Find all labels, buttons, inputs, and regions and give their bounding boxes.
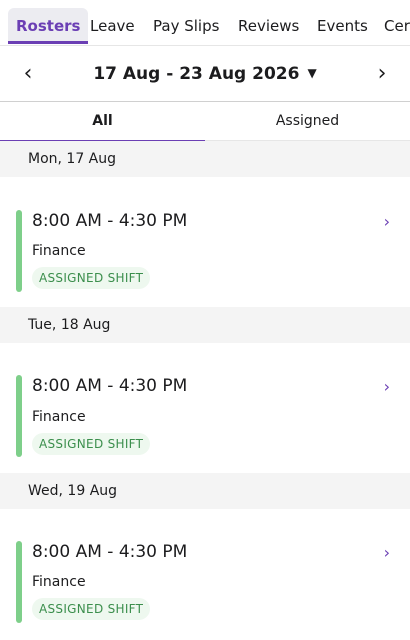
day-header: Mon, 17 Aug <box>0 141 410 177</box>
shift-time: 8:00 AM - 4:30 PM <box>32 376 188 396</box>
chevron-right-icon[interactable]: › <box>367 59 397 89</box>
tab-rosters[interactable]: Rosters <box>8 8 89 44</box>
chevron-right-icon: › <box>383 212 390 231</box>
week-navigator: 17 Aug - 23 Aug 2026 ▼ ‹ › <box>0 46 410 102</box>
status-badge: ASSIGNED SHIFT <box>32 433 151 455</box>
tab-certificates[interactable]: Cer <box>384 8 410 44</box>
shift-time: 8:00 AM - 4:30 PM <box>32 542 188 562</box>
tab-leave[interactable]: Leave <box>90 8 135 44</box>
status-badge: ASSIGNED SHIFT <box>32 267 151 289</box>
week-selector[interactable]: 17 Aug - 23 Aug 2026 ▼ <box>0 46 410 102</box>
shift-department: Finance <box>32 243 86 259</box>
shift-department: Finance <box>32 409 86 425</box>
week-range-label: 17 Aug - 23 Aug 2026 <box>93 64 300 84</box>
shift-card[interactable]: 8:00 AM - 4:30 PM Finance ASSIGNED SHIFT… <box>0 177 410 307</box>
day-header: Wed, 19 Aug <box>0 473 410 509</box>
status-badge: ASSIGNED SHIFT <box>32 598 151 620</box>
shift-time: 8:00 AM - 4:30 PM <box>32 211 188 231</box>
chevron-right-icon: › <box>383 377 390 396</box>
tab-events[interactable]: Events <box>317 8 368 44</box>
shift-status-bar <box>16 541 22 623</box>
shift-card[interactable]: 8:00 AM - 4:30 PM Finance ASSIGNED SHIFT… <box>0 343 410 473</box>
filter-tabs: All Assigned <box>0 102 410 142</box>
chevron-right-icon: › <box>383 543 390 562</box>
day-header: Tue, 18 Aug <box>0 307 410 343</box>
filter-tab-all[interactable]: All <box>0 102 205 142</box>
caret-down-icon: ▼ <box>307 66 317 80</box>
tab-reviews[interactable]: Reviews <box>238 8 299 44</box>
shift-card[interactable]: 8:00 AM - 4:30 PM Finance ASSIGNED SHIFT… <box>0 509 410 639</box>
filter-tab-assigned[interactable]: Assigned <box>205 102 410 141</box>
shift-status-bar <box>16 210 22 292</box>
chevron-left-icon[interactable]: ‹ <box>13 59 43 89</box>
tab-pay-slips[interactable]: Pay Slips <box>153 8 219 44</box>
top-tab-bar: Rosters Leave Pay Slips Reviews Events C… <box>0 0 410 46</box>
shift-department: Finance <box>32 574 86 590</box>
shift-status-bar <box>16 375 22 457</box>
